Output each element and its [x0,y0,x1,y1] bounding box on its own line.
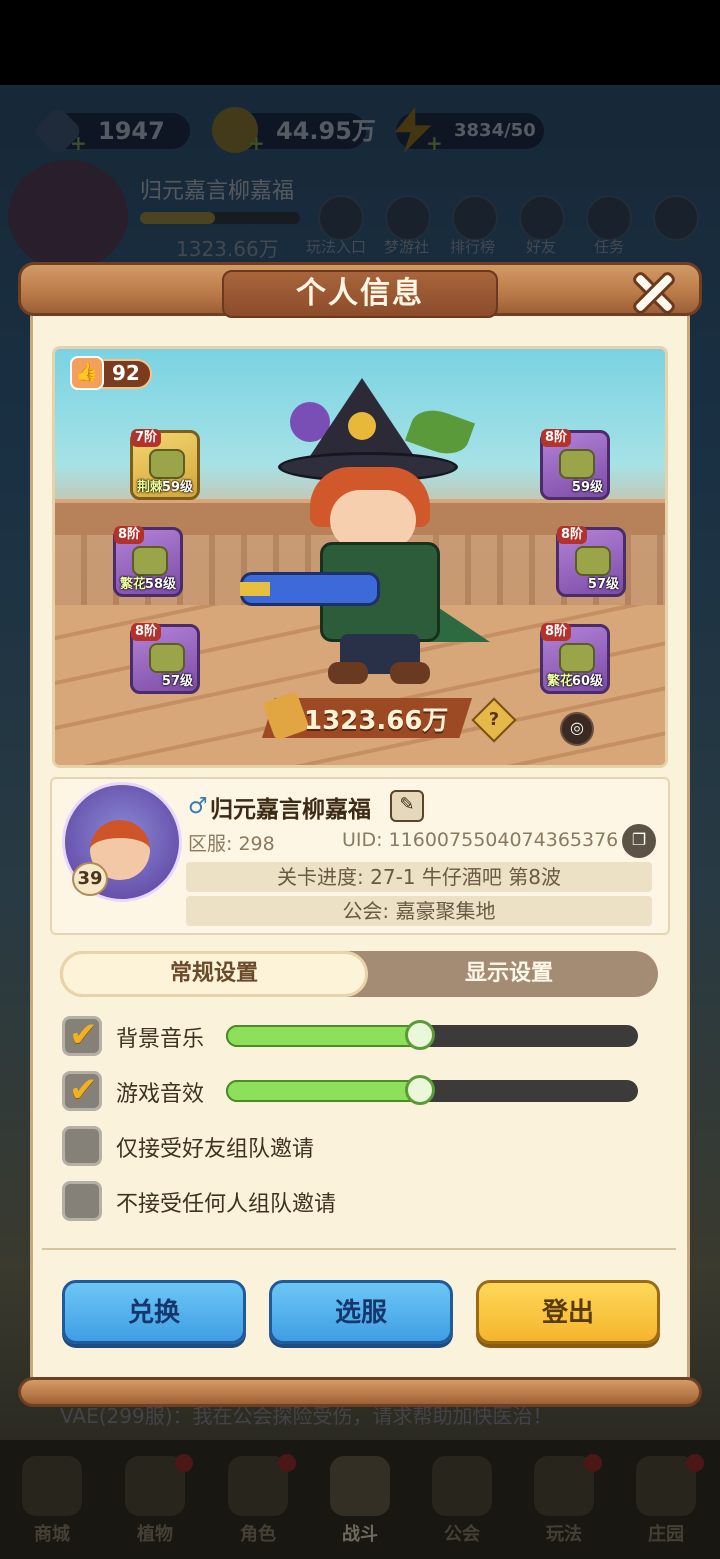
slider-knob[interactable] [405,1020,435,1050]
reject-all-invite-label: 不接受任何人组队邀请 [116,1192,337,1217]
pirate-character [240,372,500,692]
bgm-checkbox[interactable]: ✔ [62,1015,102,1056]
bgm-label: 背景音乐 [116,1027,205,1052]
sfx-checkbox[interactable]: ✔ [62,1070,102,1111]
scroll-rod-bottom [18,1377,702,1407]
like-count: 92 [112,361,140,385]
thumbs-up-icon[interactable]: 👍 [70,356,104,390]
bgm-volume-slider[interactable] [226,1020,638,1050]
logout-button[interactable]: 登出 [476,1280,660,1344]
select-server-button[interactable]: 选服 [269,1280,453,1344]
close-button[interactable] [622,262,686,326]
gloves-icon [132,546,168,576]
boots-icon [559,643,595,673]
reject-all-invite-checkbox[interactable] [62,1181,102,1221]
eye-off-icon: ◎ [570,718,584,737]
stage-progress: 关卡进度: 27-1 牛仔酒吧 第8波 [186,862,652,892]
copy-uid-button[interactable]: ❐ [622,824,656,858]
skull-icon [348,412,376,440]
equipment-slot-boots[interactable]: 8阶 繁花 60级 [540,623,610,694]
modal-title: 个人信息 [296,276,424,311]
checkmark-icon: ✔ [69,1015,98,1055]
tab-general-settings[interactable]: 常规设置 [60,951,368,997]
hat-icon [149,449,185,479]
uid-label: UID: 1160075504074365376 [342,829,619,851]
equipment-slot-belt[interactable]: 8阶 57级 [556,526,626,597]
equipment-slot-hat[interactable]: 7阶 荆棘 59级 [130,429,200,500]
equipment-slot-armor[interactable]: 8阶 59级 [540,429,610,500]
player-name: 归元嘉言柳嘉福 [210,797,371,823]
checkmark-icon: ✔ [69,1070,98,1110]
edit-icon: ✎ [399,794,415,815]
slider-fill [226,1025,420,1047]
edit-name-button[interactable]: ✎ [390,790,424,822]
status-bar-area [0,0,720,85]
hide-toggle-button[interactable]: ◎ [560,712,594,746]
equipment-slot-pants[interactable]: 8阶 57级 [130,623,200,694]
male-gender-icon: ♂ [188,794,208,819]
tab-display-settings[interactable]: 显示设置 [360,951,658,997]
sfx-volume-slider[interactable] [226,1075,638,1105]
redeem-button[interactable]: 兑换 [62,1280,246,1344]
friends-only-invite-label: 仅接受好友组队邀请 [116,1137,315,1162]
guild-label: 公会: 嘉豪聚集地 [186,896,652,926]
question-icon: ? [488,709,500,730]
player-level: 39 [72,862,108,896]
server-label: 区服: 298 [188,833,275,855]
combat-power: 1323.66万 [304,706,449,736]
belt-icon [575,546,611,576]
armor-icon [559,449,595,479]
copy-icon: ❐ [631,830,647,849]
equipment-slot-gloves[interactable]: 8阶 繁花 58级 [113,526,183,597]
sfx-label: 游戏音效 [116,1082,205,1107]
friends-only-invite-checkbox[interactable] [62,1126,102,1166]
slider-knob[interactable] [405,1075,435,1105]
slider-fill [226,1080,420,1102]
divider [42,1248,676,1250]
pants-icon [149,643,185,673]
game-screen: + 1947 + 44.95万 + 3834/50 归元嘉言柳嘉福 1323.6… [0,0,720,1559]
